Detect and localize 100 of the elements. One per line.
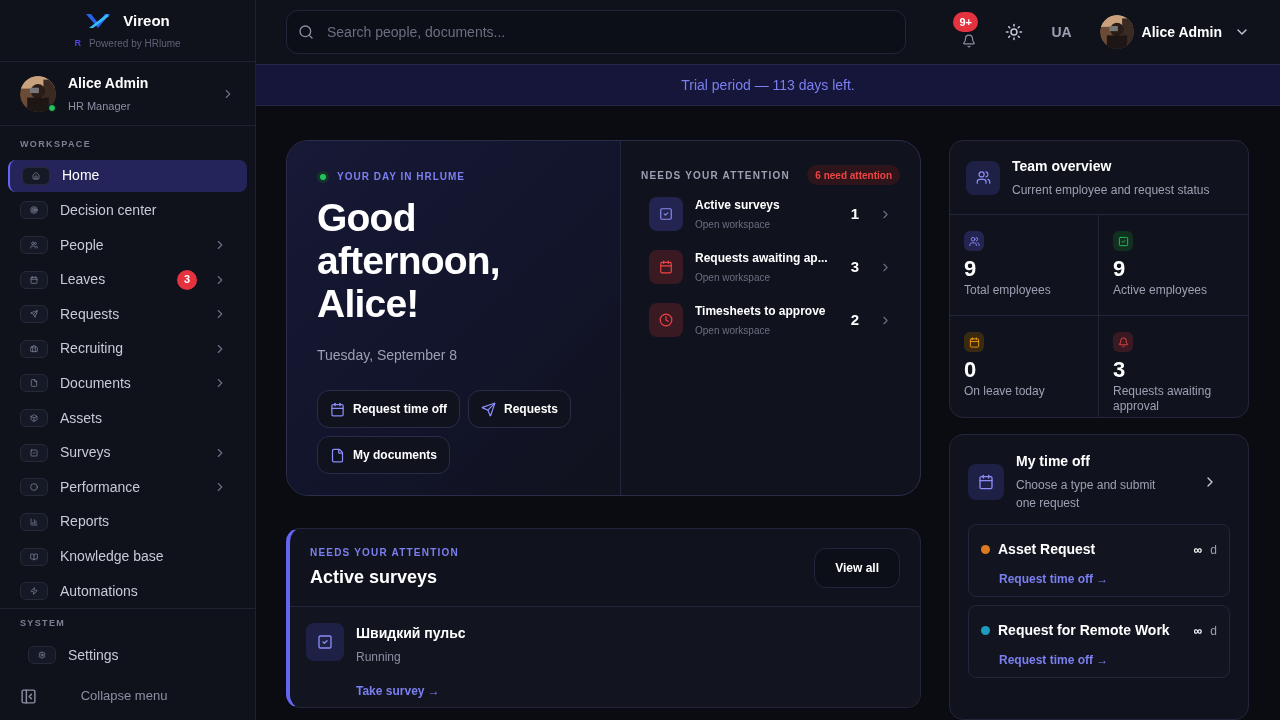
attention-item-subtitle: Open workspace — [695, 324, 772, 338]
settings-icon — [38, 651, 46, 659]
attention-item[interactable]: Requests awaiting ap... Open workspace 3 — [649, 250, 892, 284]
surveys-eyebrow: NEEDS YOUR ATTENTION — [310, 545, 459, 560]
leave-type-name: Asset Request — [998, 540, 1097, 559]
search-icon — [298, 24, 314, 40]
calendar-icon — [968, 336, 980, 348]
take-survey-link[interactable]: Take survey → — [356, 682, 466, 700]
chart-icon — [30, 517, 38, 526]
nav-item[interactable]: Documents — [8, 367, 247, 400]
attention-item[interactable]: Active surveys Open workspace 1 — [649, 197, 892, 231]
nav-item[interactable]: Recruiting — [8, 332, 247, 366]
profile-card[interactable]: Alice Admin HR Manager — [0, 62, 255, 126]
attention-item[interactable]: Timesheets to approve Open workspace 2 — [649, 303, 892, 337]
leave-balance: ∞ — [1193, 622, 1203, 640]
box-icon — [30, 414, 38, 423]
section-label: SYSTEM — [19, 616, 67, 630]
collapse-menu-button[interactable]: Collapse menu — [0, 684, 255, 708]
view-all-button[interactable]: View all — [814, 547, 900, 588]
card-title: My time off — [1016, 452, 1091, 471]
attention-count: 2 — [850, 309, 859, 330]
stat-value: 9 — [964, 255, 978, 283]
card-subtitle: Choose a type and submit one request — [1016, 477, 1157, 512]
bell-icon — [1117, 336, 1129, 348]
briefcase-icon — [30, 344, 38, 353]
stat-label: Total employees — [964, 283, 1052, 298]
request-time-off-link[interactable]: Request time off → — [999, 570, 1217, 588]
brand-name: Vireon — [123, 10, 170, 31]
attention-count: 3 — [850, 256, 859, 277]
nav-item[interactable]: Knowledge base — [8, 540, 247, 573]
attention-item-title: Requests awaiting ap... — [695, 250, 829, 267]
nav-label: Automations — [60, 581, 138, 601]
document-icon — [30, 379, 38, 388]
quick-action-button[interactable]: My documents — [317, 436, 450, 474]
checkbox-icon — [30, 448, 38, 457]
nav-item[interactable]: Leaves 3 — [8, 263, 247, 296]
target-icon — [30, 206, 38, 215]
trial-banner: Trial period — 113 days left. — [256, 64, 1280, 106]
profile-name: Alice Admin — [68, 73, 150, 93]
surveys-title: Active surveys — [310, 565, 439, 589]
request-time-off-link[interactable]: Request time off → — [999, 651, 1217, 669]
nav-label: Home — [62, 166, 100, 186]
nav-label: Knowledge base — [60, 547, 164, 566]
people-icon — [975, 170, 991, 185]
quick-action-button[interactable]: Request time off — [317, 390, 460, 428]
nav-item[interactable]: Requests — [8, 297, 247, 331]
people-icon — [30, 241, 38, 249]
dot-icon — [30, 483, 38, 492]
balance-unit: d — [1210, 541, 1217, 559]
stat-value: 9 — [1113, 255, 1127, 283]
book-icon — [30, 552, 38, 561]
time-off-header[interactable]: My time off Choose a type and submit one request — [968, 451, 1230, 512]
people-icon — [968, 235, 980, 247]
nav-label: Requests — [60, 304, 120, 324]
paper-plane-icon — [30, 310, 38, 319]
stat-value: 3 — [1113, 356, 1127, 384]
stat-label: Requests awaiting approval — [1113, 384, 1213, 414]
nav-label: Leaves — [60, 270, 106, 290]
search-field[interactable]: Search people, documents... — [286, 10, 906, 54]
document-icon — [330, 447, 345, 463]
leave-type-name: Request for Remote Work — [998, 621, 1171, 640]
leave-balance: ∞ — [1193, 541, 1203, 559]
attention-count: 1 — [850, 203, 859, 224]
bolt-icon — [30, 587, 38, 596]
nav-label: Recruiting — [60, 339, 124, 359]
hero-eyebrow: YOUR DAY IN HRLUME — [337, 170, 465, 184]
survey-status: Running — [356, 649, 402, 666]
nav-item[interactable]: Reports — [8, 505, 247, 539]
section-label: WORKSPACE — [19, 138, 92, 151]
quick-action-button[interactable]: Requests — [468, 390, 572, 428]
attention-item-title: Timesheets to approve — [695, 303, 827, 320]
powered-by-text: Powered by HRlume — [88, 37, 181, 52]
nav-item[interactable]: Performance — [8, 471, 247, 504]
clock-icon — [659, 313, 673, 327]
card-title: Team overview — [1012, 157, 1113, 176]
nav-item[interactable]: Home — [8, 159, 247, 193]
calendar-icon — [978, 473, 994, 490]
user-menu[interactable]: Alice Admin — [1099, 15, 1250, 49]
nav-item[interactable]: Automations — [8, 574, 247, 608]
nav-item[interactable]: Settings — [16, 638, 247, 672]
checkbox-icon — [659, 207, 673, 221]
greeting-heading: Good afternoon, Alice! — [317, 196, 501, 325]
nav-item[interactable]: Assets — [8, 401, 247, 435]
language-button[interactable]: UA — [1047, 21, 1076, 43]
nav-label: Surveys — [60, 443, 111, 463]
checkbox-icon — [1117, 235, 1129, 247]
nav-label: Decision center — [60, 200, 157, 220]
nav-item[interactable]: Decision center — [8, 194, 247, 227]
panel-collapse-icon — [20, 687, 37, 705]
bell-icon — [962, 34, 977, 48]
nav-label: People — [60, 235, 104, 255]
nav-item[interactable]: Surveys — [8, 436, 247, 469]
theme-toggle-icon[interactable] — [1005, 23, 1024, 41]
profile-role: HR Manager — [68, 98, 132, 114]
nav-label: Performance — [60, 477, 141, 497]
logo-icon — [85, 12, 112, 30]
nav-item[interactable]: People — [8, 228, 247, 262]
count-badge: 3 — [177, 269, 197, 290]
calendar-icon — [330, 401, 345, 417]
home-icon — [32, 171, 40, 180]
